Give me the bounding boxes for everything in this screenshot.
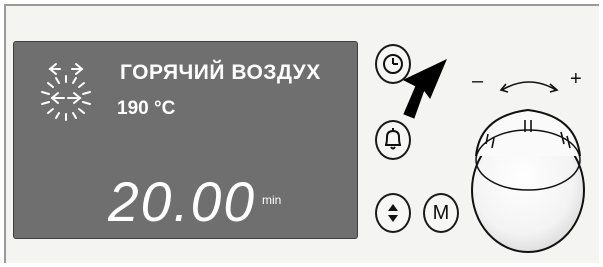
up-down-arrows-icon	[388, 204, 398, 222]
menu-button[interactable]: M	[423, 193, 459, 233]
menu-button-label: M	[432, 201, 450, 224]
dial-plus-label: +	[570, 68, 582, 90]
time-unit: min	[262, 193, 282, 207]
mode-name: ГОРЯЧИЙ ВОЗДУХ	[120, 61, 321, 84]
time-value: 20.00	[108, 175, 256, 227]
temperature-knob[interactable]	[466, 98, 590, 258]
bell-icon	[385, 128, 401, 150]
dial-minus-label: –	[472, 70, 484, 92]
pointer-arrow-icon	[402, 58, 447, 119]
up-down-button[interactable]	[375, 193, 411, 233]
alarm-button[interactable]	[375, 120, 411, 160]
temperature-value: 190 °C	[117, 98, 176, 119]
time-readout: 20.00	[108, 175, 256, 227]
oven-control-panel-illustration: ГОРЯЧИЙ ВОЗДУХ 190 °C 20.00 min M – +	[0, 0, 603, 267]
hot-air-fan-icon	[41, 63, 91, 121]
